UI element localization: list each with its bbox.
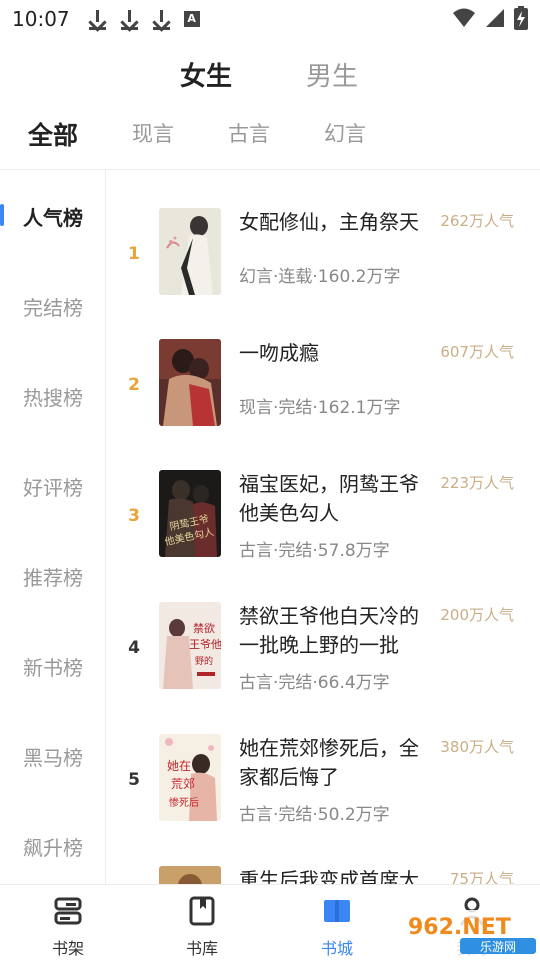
sidebar-item-rising[interactable]: 飙升榜 (0, 832, 106, 861)
popularity-count: 200万人气 (440, 606, 514, 624)
book-meta: 幻言·连载·160.2万字 (239, 267, 401, 287)
book-cover[interactable]: 禁欲 王爷他 野的 (159, 602, 221, 689)
nav-library[interactable]: 书库 (162, 885, 242, 960)
book-title: 女配修仙，主角祭天 (239, 210, 419, 234)
book-title: 一吻成瘾 (239, 341, 319, 365)
sidebar-item-top-rated[interactable]: 好评榜 (0, 472, 106, 501)
nav-bookstore[interactable]: 书城 (297, 885, 377, 960)
battery-icon (514, 6, 528, 30)
book-cover[interactable] (159, 339, 221, 426)
book-item[interactable]: 1 女配修仙，主角祭天 幻言·连载·160.2万字 262万人气 (107, 208, 540, 328)
book-cover[interactable] (159, 866, 221, 884)
book-item[interactable]: 4 禁欲王爷他野的 禁欲王爷他白天冷的一批晚上野的一批 古言·完结·66.4万字… (107, 602, 540, 722)
rank-number: 2 (128, 375, 140, 395)
nav-library-label: 书库 (185, 939, 218, 958)
download-icon (120, 8, 138, 30)
status-notification-icons: A (88, 8, 200, 30)
download-icon (152, 8, 170, 30)
wifi-icon (453, 8, 475, 27)
sidebar-item-popular[interactable]: 人气榜 (0, 202, 106, 231)
svg-text:惨死后: 惨死后 (169, 796, 199, 809)
status-time: 10:07 (12, 7, 70, 31)
popularity-count: 607万人气 (440, 343, 514, 361)
book-item[interactable]: 重生后我变成首席大 75万人气 (107, 866, 540, 884)
svg-text:她在: 她在 (167, 759, 191, 773)
signal-icon (486, 9, 504, 27)
download-icon (88, 8, 106, 30)
site-watermark-logo: 962.NET 乐游网 (400, 910, 540, 956)
popularity-count: 262万人气 (440, 212, 514, 230)
popularity-count: 380万人气 (440, 738, 514, 756)
svg-text:野的: 野的 (195, 655, 213, 667)
book-title: 禁欲王爷他白天冷的一批晚上野的一批 (239, 604, 419, 657)
book-item[interactable]: 2 一吻成瘾 现言·完结·162.1万字 607万人气 (107, 339, 540, 459)
svg-text:荒郊: 荒郊 (171, 777, 195, 791)
book-title: 重生后我变成首席大 (239, 868, 419, 884)
popularity-count: 223万人气 (440, 474, 514, 492)
book-item[interactable]: 3 阴鸷王爷 他美色勾人 福宝医妃，阴鸷王爷他美色勾人 古言·完结·57.8万字 … (107, 470, 540, 590)
tab-all[interactable]: 全部 (28, 116, 78, 152)
book-title: 福宝医妃，阴鸷王爷他美色勾人 (239, 472, 419, 525)
rank-number: 5 (128, 770, 140, 790)
svg-text:禁欲: 禁欲 (193, 621, 215, 635)
book-icon (189, 896, 215, 926)
bookstore-icon (324, 900, 350, 922)
rank-number: 3 (128, 506, 140, 526)
popularity-count: 75万人气 (449, 870, 514, 884)
status-system-icons (452, 6, 528, 30)
gender-tabs: 女生 男生 (0, 56, 540, 100)
book-list: 1 女配修仙，主角祭天 幻言·连载·160.2万字 262万人气 2 一吻成瘾 … (107, 170, 540, 884)
book-meta: 古言·完结·57.8万字 (239, 541, 390, 561)
book-cover[interactable] (159, 208, 221, 295)
sidebar-item-completed[interactable]: 完结榜 (0, 292, 106, 321)
sidebar-item-dark-horse[interactable]: 黑马榜 (0, 742, 106, 771)
watermark-brand: 962.NET (408, 915, 511, 940)
book-item[interactable]: 5 她在荒郊惨死后 她在荒郊惨死后，全家都后悔了 古言·完结·50.2万字 38… (107, 734, 540, 854)
book-meta: 古言·完结·66.4万字 (239, 673, 390, 693)
sidebar-item-hot-search[interactable]: 热搜榜 (0, 382, 106, 411)
watermark-sub: 乐游网 (480, 940, 516, 954)
tab-female[interactable]: 女生 (180, 56, 232, 93)
tab-male[interactable]: 男生 (306, 56, 358, 93)
book-meta: 古言·完结·50.2万字 (239, 805, 390, 825)
app-notification-icon: A (183, 11, 200, 27)
status-bar: 10:07 A (0, 0, 540, 38)
tab-fantasy-romance[interactable]: 幻言 (324, 118, 366, 148)
tab-ancient-romance[interactable]: 古言 (228, 118, 270, 148)
nav-bookshelf-label: 书架 (51, 939, 84, 958)
sidebar-item-new-books[interactable]: 新书榜 (0, 652, 106, 681)
book-title: 她在荒郊惨死后，全家都后悔了 (239, 736, 419, 789)
nav-bookstore-label: 书城 (320, 939, 353, 958)
rank-number: 4 (128, 638, 140, 658)
category-tabs: 全部 现言 古言 幻言 (0, 118, 540, 162)
nav-bookshelf[interactable]: 书架 (28, 885, 108, 960)
bookshelf-icon (54, 897, 82, 925)
sidebar-item-recommended[interactable]: 推荐榜 (0, 562, 106, 591)
book-cover[interactable]: 她在荒郊惨死后 (159, 734, 221, 821)
svg-text:王爷他: 王爷他 (189, 637, 221, 651)
book-cover[interactable]: 阴鸷王爷 他美色勾人 (159, 470, 221, 557)
rank-number: 1 (128, 244, 140, 264)
book-meta: 现言·完结·162.1万字 (239, 398, 401, 418)
ranking-sidebar: 人气榜 完结榜 热搜榜 好评榜 推荐榜 新书榜 黑马榜 飙升榜 (0, 170, 106, 884)
tab-modern-romance[interactable]: 现言 (132, 118, 174, 148)
